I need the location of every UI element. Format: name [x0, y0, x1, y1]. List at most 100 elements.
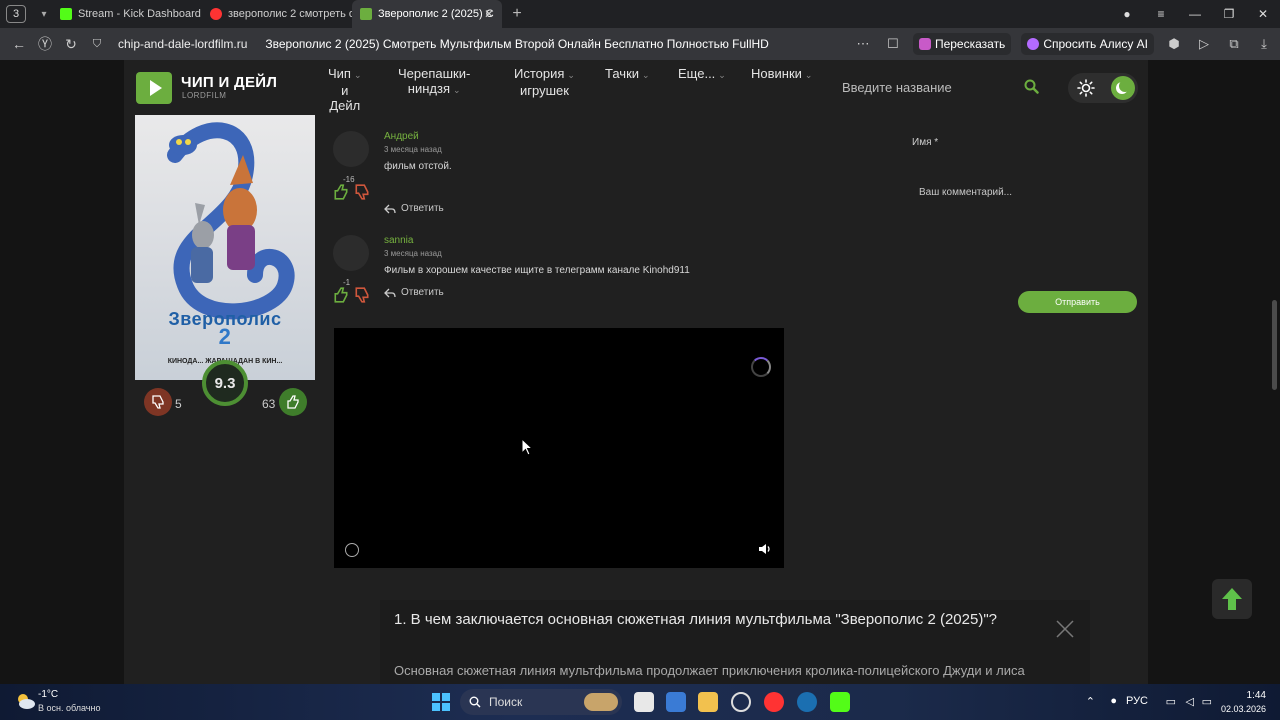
yandex-browser-icon[interactable]: [764, 692, 784, 712]
tab-close-icon[interactable]: ✕: [484, 7, 494, 21]
media-icon[interactable]: ▷: [1194, 36, 1214, 52]
menu-item-toy-story[interactable]: История ⌄ игрушек: [514, 66, 575, 98]
thumb-down-icon[interactable]: [354, 184, 370, 200]
submit-comment-button[interactable]: Отправить: [1018, 291, 1137, 313]
menu-item-chip-and-dale[interactable]: Чип ⌄ и Дейл: [328, 66, 362, 113]
volume-icon[interactable]: ◁: [1186, 695, 1194, 708]
site-logo-icon[interactable]: [136, 72, 172, 104]
bookmark-icon[interactable]: ☐: [883, 36, 903, 52]
menu-icon[interactable]: ≡: [1144, 7, 1178, 21]
menu-item-new[interactable]: Новинки ⌄: [751, 66, 812, 83]
clock-time[interactable]: 1:44: [1247, 690, 1266, 701]
kick-app-icon[interactable]: [830, 692, 850, 712]
comment-score: -1: [343, 278, 351, 287]
url-page-title[interactable]: Зверополис 2 (2025) Смотреть Мультфильм …: [265, 37, 768, 51]
poster-number: 2: [218, 324, 232, 349]
movie-poster[interactable]: Зверополис 2 КИНОДА... ЖАРАШАДАН В КИН..…: [135, 115, 315, 380]
avatar: [333, 235, 369, 271]
scroll-to-top-button[interactable]: [1212, 579, 1252, 619]
windows-start-icon[interactable]: [432, 693, 450, 711]
dislike-button[interactable]: [144, 388, 172, 416]
reply-icon: [384, 288, 396, 297]
name-field-label: Имя *: [912, 137, 939, 148]
reload-icon[interactable]: ↻: [58, 36, 84, 53]
new-tab-button[interactable]: +: [506, 5, 528, 23]
cloud-weather-icon[interactable]: [14, 690, 36, 712]
tab-kick-dashboard[interactable]: Stream - Kick Dashboard: [52, 0, 202, 28]
task-view-icon[interactable]: [634, 692, 654, 712]
yandex-home-icon[interactable]: Ⓨ: [32, 34, 58, 54]
tab-counter[interactable]: 3: [6, 5, 26, 23]
network-icon[interactable]: ▭: [1166, 695, 1176, 708]
tab-label: Зверополис 2 (2025) С: [378, 8, 494, 20]
moon-icon[interactable]: [1111, 76, 1135, 100]
reply-button[interactable]: Ответить: [384, 287, 444, 298]
site-info-icon[interactable]: ⛉: [84, 38, 110, 51]
theme-toggle[interactable]: [1068, 73, 1138, 103]
menu-item-turtles[interactable]: Черепашки- ниндзя ⌄: [398, 66, 470, 98]
close-icon[interactable]: [1056, 620, 1074, 638]
thumb-up-icon[interactable]: [333, 184, 349, 200]
thumb-up-icon[interactable]: [333, 287, 349, 303]
microphone-icon[interactable]: ●: [1110, 695, 1117, 707]
window-controls: ● ≡ — ❐ ✕: [1110, 0, 1280, 28]
menu-label: Еще...: [678, 66, 716, 81]
search-input[interactable]: [842, 74, 1042, 100]
tab-zootopia-active[interactable]: Зверополис 2 (2025) С ✕: [352, 0, 502, 28]
comment-textarea[interactable]: [910, 178, 1138, 288]
menu-label: Чип: [328, 66, 351, 81]
volume-icon[interactable]: [758, 543, 772, 555]
thumb-down-icon[interactable]: [354, 287, 370, 303]
taskbar-search[interactable]: Поиск: [460, 689, 622, 715]
chevron-down-icon: ⌄: [718, 70, 726, 80]
menu-item-more[interactable]: Еще... ⌄: [678, 66, 726, 83]
retell-button[interactable]: Пересказать: [912, 33, 1012, 55]
battery-icon[interactable]: ▭: [1202, 695, 1212, 708]
comment-author[interactable]: sannia: [384, 235, 413, 246]
windows-taskbar: -1°C В осн. облачно Поиск ⌃ ● РУС ▭ ◁ ▭ …: [0, 684, 1280, 720]
ask-alice-button[interactable]: Спросить Алису AI: [1021, 33, 1154, 55]
poster-title: Зверополис 2: [145, 309, 305, 349]
page-scrollbar[interactable]: [1272, 300, 1277, 390]
faq-answer: Основная сюжетная линия мультфильма прод…: [394, 663, 1025, 678]
minimize-button[interactable]: —: [1178, 7, 1212, 21]
translate-icon[interactable]: ⧉: [1224, 36, 1244, 52]
more-options-icon[interactable]: ⋯: [853, 36, 873, 52]
like-button[interactable]: [279, 388, 307, 416]
language-indicator[interactable]: РУС: [1126, 695, 1148, 707]
logo-title[interactable]: ЧИП И ДЕЙЛ: [181, 74, 277, 91]
tab-yandex-search[interactable]: зверополис 2 смотреть о: [202, 0, 352, 28]
steam-icon[interactable]: [797, 692, 817, 712]
ask-alice-label: Спросить Алису AI: [1043, 37, 1148, 51]
tab-list-chevron-icon[interactable]: ▾: [36, 9, 52, 20]
loading-spinner-icon: [751, 357, 771, 377]
close-window-button[interactable]: ✕: [1246, 7, 1280, 21]
retell-icon: [918, 38, 931, 50]
weather-description[interactable]: В осн. облачно: [38, 703, 100, 713]
opera-gx-icon[interactable]: [731, 692, 751, 712]
comment-author[interactable]: Андрей: [384, 131, 419, 142]
extensions-icon[interactable]: ⬢: [1164, 36, 1184, 52]
faq-question[interactable]: 1. В чем заключается основная сюжетная л…: [394, 610, 1014, 630]
profile-icon[interactable]: ●: [1110, 7, 1144, 21]
browser-tab-strip: 3 ▾ Stream - Kick Dashboard зверополис 2…: [0, 0, 1280, 28]
menu-item-cars[interactable]: Тачки ⌄: [605, 66, 650, 83]
site-header: ЧИП И ДЕЙЛ LORDFILM Чип ⌄ и Дейл Черепашк…: [124, 60, 1148, 114]
url-domain[interactable]: chip-and-dale-lordfilm.ru: [118, 37, 247, 51]
restore-button[interactable]: ❐: [1212, 7, 1246, 21]
faq-item: 1. В чем заключается основная сюжетная л…: [380, 600, 1090, 684]
clock-date[interactable]: 02.03.2026: [1221, 704, 1266, 714]
play-status-icon[interactable]: [345, 543, 359, 557]
weather-temperature[interactable]: -1°C: [38, 689, 58, 700]
store-icon[interactable]: [666, 692, 686, 712]
search-icon[interactable]: [1024, 79, 1039, 94]
reply-button[interactable]: Ответить: [384, 203, 444, 214]
download-icon[interactable]: ⤓: [1254, 36, 1274, 52]
file-explorer-icon[interactable]: [698, 692, 718, 712]
taskbar-search-label: Поиск: [489, 695, 523, 709]
back-icon[interactable]: ←: [6, 36, 32, 52]
chevron-up-icon[interactable]: ⌃: [1086, 695, 1095, 708]
sun-icon[interactable]: [1077, 79, 1095, 97]
site-favicon-icon: [360, 8, 372, 20]
video-player[interactable]: [334, 328, 784, 568]
